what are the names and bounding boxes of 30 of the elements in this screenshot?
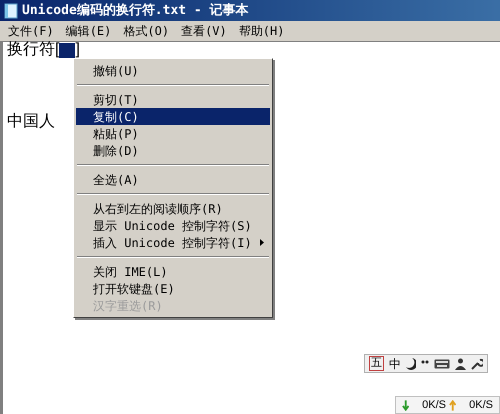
document-text: ] bbox=[75, 42, 80, 58]
upload-speed: 0K/S bbox=[468, 398, 493, 413]
context-menu-item[interactable]: 插入 Unicode 控制字符(I) bbox=[76, 234, 270, 251]
window-title: Unicode编码的换行符.txt - 记事本 bbox=[22, 2, 249, 20]
keyboard-icon[interactable] bbox=[434, 358, 450, 368]
context-menu-item[interactable]: 显示 Unicode 控制字符(S) bbox=[76, 217, 270, 234]
text-selection bbox=[59, 42, 76, 58]
document-text: 中国人 bbox=[7, 114, 55, 130]
language-button[interactable]: 中 bbox=[389, 354, 401, 372]
context-menu-item[interactable]: 删除(D) bbox=[76, 142, 270, 159]
context-menu-item[interactable]: 全选(A) bbox=[76, 171, 270, 188]
user-icon[interactable] bbox=[455, 358, 466, 370]
menu-item[interactable]: 格式(O) bbox=[117, 22, 176, 40]
download-arrow-icon bbox=[402, 400, 410, 410]
menu-item[interactable]: 查看(V) bbox=[175, 22, 233, 40]
menu-item[interactable]: 文件(F) bbox=[2, 22, 60, 40]
context-menu-item[interactable]: 关闭 IME(L) bbox=[76, 263, 270, 280]
upload-arrow-icon bbox=[449, 400, 456, 410]
context-menu-item[interactable]: 从右到左的阅读顺序(R) bbox=[76, 200, 270, 217]
moon-icon[interactable] bbox=[406, 358, 416, 370]
context-menu-item[interactable]: 复制(C) bbox=[76, 108, 270, 125]
menu-item[interactable]: 帮助(H) bbox=[232, 22, 290, 40]
context-menu-item[interactable]: 撤销(U) bbox=[76, 62, 270, 79]
context-menu-item[interactable]: 剪切(T) bbox=[76, 91, 270, 108]
menu-item[interactable]: 编辑(E) bbox=[60, 22, 118, 40]
context-menu-item[interactable]: 打开软键盘(E) bbox=[76, 280, 270, 297]
notepad-icon bbox=[4, 2, 18, 18]
input-mode-button[interactable]: 五 bbox=[369, 356, 384, 371]
context-menu-item[interactable]: 粘贴(P) bbox=[76, 125, 270, 142]
download-speed: 0K/S bbox=[421, 398, 446, 413]
